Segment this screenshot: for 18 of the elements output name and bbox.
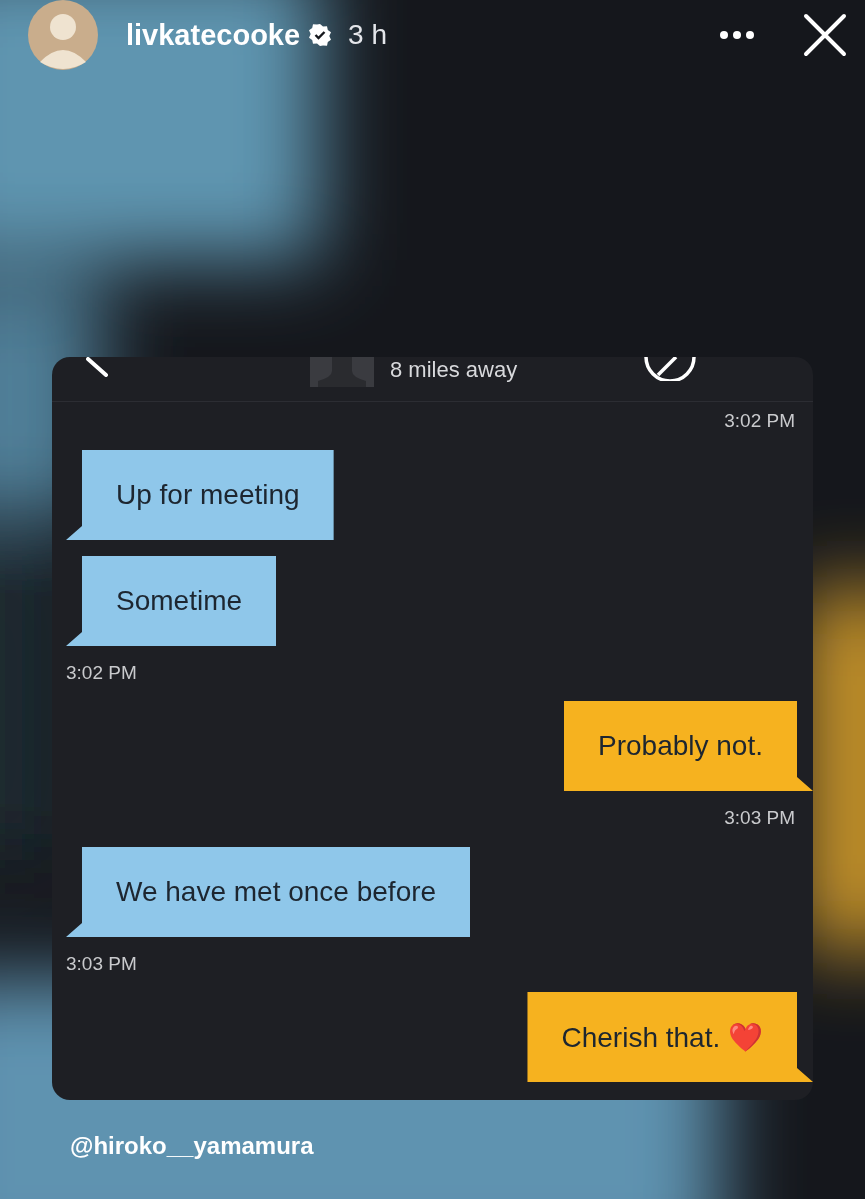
username[interactable]: livkatecooke [126, 18, 301, 52]
received-message: We have met once before [66, 847, 471, 937]
received-message: Sometime [66, 556, 277, 646]
sent-message: Probably not. [564, 701, 813, 791]
more-icon[interactable] [719, 30, 755, 40]
block-icon[interactable] [644, 357, 696, 381]
message-time: 3:03 PM [66, 953, 137, 975]
caption-mention[interactable]: @hiroko__yamamura [70, 1132, 314, 1160]
sent-message: Cherish that. ❤ [527, 992, 813, 1082]
distance-label: 8 miles away [390, 357, 518, 383]
message-time: 3:03 PM [724, 807, 795, 829]
back-icon[interactable] [84, 357, 110, 377]
avatar[interactable] [28, 0, 98, 70]
message-time: 3:02 PM [724, 410, 795, 432]
time-ago: 3 h [348, 19, 388, 51]
message-time: 3:02 PM [66, 662, 137, 684]
close-icon[interactable] [803, 13, 847, 57]
received-message: Up for meeting [66, 450, 334, 540]
